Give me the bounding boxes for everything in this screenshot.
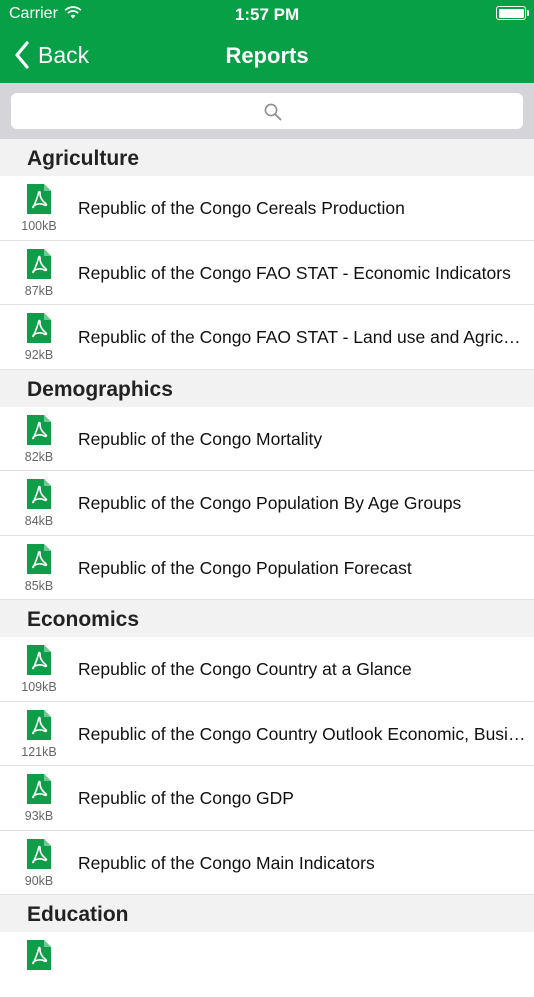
row-divider <box>0 368 534 370</box>
file-size: 93kB <box>24 809 54 823</box>
pdf-file-icon <box>27 645 51 675</box>
report-title: Republic of the Congo Population By Age … <box>78 493 462 513</box>
search-bar <box>0 83 534 139</box>
status-bar: Carrier 1:57 PM <box>0 0 534 28</box>
pdf-file-icon <box>27 774 51 804</box>
report-title: Republic of the Congo Cereals Production <box>78 198 405 218</box>
search-icon <box>264 103 282 126</box>
report-row[interactable]: 92kB Republic of the Congo FAO STAT - Lan… <box>0 305 534 370</box>
section-header: Demographics <box>0 369 534 407</box>
report-row[interactable]: 87kB Republic of the Congo FAO STAT - Eco… <box>0 240 534 305</box>
navigation-header: Carrier 1:57 PM Back Reports <box>0 0 534 83</box>
report-row[interactable]: 109kB Republic of the Congo Country at a … <box>0 637 534 702</box>
file-size: 121kB <box>21 744 57 759</box>
pdf-file-icon <box>27 479 51 509</box>
pdf-file-icon <box>27 709 51 740</box>
battery-icon <box>496 6 529 20</box>
section-header: Agriculture <box>0 139 534 176</box>
file-size: 84kB <box>24 514 54 528</box>
report-row[interactable]: 90kB Republic of the Congo Main Indicator… <box>0 830 534 895</box>
pdf-file-icon <box>27 543 51 574</box>
row-divider <box>0 599 534 600</box>
pdf-file-icon <box>27 940 51 970</box>
pdf-file-icon <box>27 184 51 214</box>
file-size: 90kB <box>24 873 54 888</box>
report-row[interactable]: 93kB Republic of the Congo GDP <box>0 766 534 831</box>
report-row[interactable]: 84kB Republic of the Congo Population By … <box>0 471 534 536</box>
reports-list: Agriculture 100kB Republic of the Congo Ce… <box>0 139 534 997</box>
file-size: 109kB <box>21 680 57 694</box>
pdf-file-icon <box>27 313 51 343</box>
report-row[interactable]: 100kB Republic of the Congo Cereals Produ… <box>0 176 534 241</box>
report-title: Republic of the Congo FAO STAT - Economi… <box>78 262 511 283</box>
report-row[interactable] <box>0 932 534 997</box>
report-title: Republic of the Congo FAO STAT - Land us… <box>78 327 530 347</box>
page-title: Reports <box>225 43 309 68</box>
report-title: Republic of the Congo Main Indicators <box>78 852 375 873</box>
report-title: Republic of the Congo Country at a Glanc… <box>78 659 412 679</box>
pdf-file-icon <box>27 414 51 445</box>
report-title: Republic of the Congo Mortality <box>78 428 323 449</box>
report-title: Republic of the Congo GDP <box>78 788 294 808</box>
clock: 1:57 PM <box>234 5 300 24</box>
report-row[interactable]: 85kB Republic of the Congo Population For… <box>0 535 534 600</box>
report-row[interactable]: 121kB Republic of the Congo Country Outlo… <box>0 701 534 766</box>
section-header: Economics <box>0 600 534 637</box>
file-size: 100kB <box>21 219 57 233</box>
report-row[interactable]: 82kB Republic of the Congo Mortality <box>0 406 534 471</box>
report-title: Republic of the Congo Population Forecas… <box>78 557 412 578</box>
pdf-file-icon <box>27 838 51 869</box>
file-size: 87kB <box>24 283 54 298</box>
section-header: Education <box>0 895 534 932</box>
file-size: 82kB <box>24 449 54 464</box>
row-divider <box>0 894 534 895</box>
pdf-file-icon <box>27 248 51 279</box>
file-size: 92kB <box>24 348 54 362</box>
search-input[interactable] <box>11 93 523 129</box>
file-size: 85kB <box>24 578 54 593</box>
report-title: Republic of the Congo Country Outlook Ec… <box>78 723 530 744</box>
